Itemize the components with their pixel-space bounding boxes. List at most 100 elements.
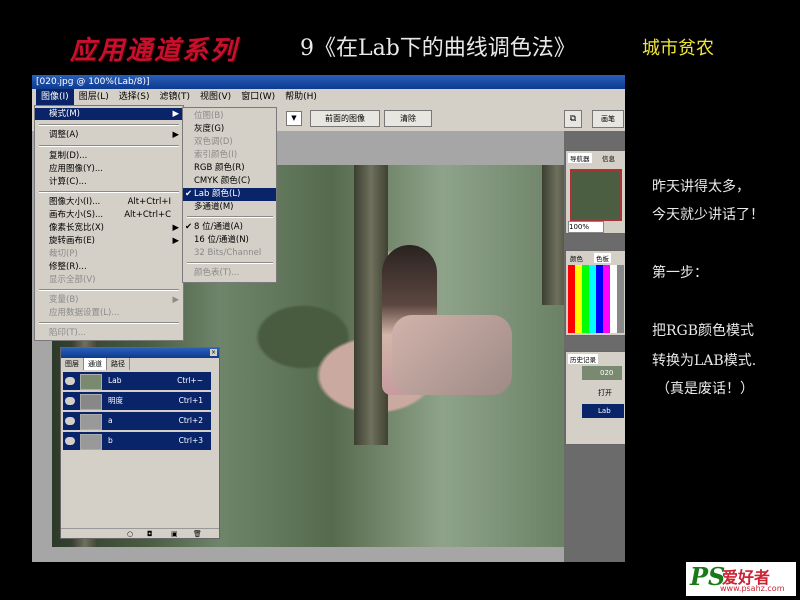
channel-row-lab[interactable]: Lab Ctrl+~ [63, 372, 211, 391]
submenu-item-color-table: 颜色表(T)... [194, 268, 240, 278]
channel-name: 明度 [108, 396, 123, 405]
channel-row-lightness[interactable]: 明度 Ctrl+1 [63, 392, 211, 411]
tab-channels[interactable]: 通道 [84, 358, 107, 370]
note-line-3: 第一步： [652, 265, 708, 281]
submenu-item-multichannel[interactable]: 多通道(M) [183, 201, 276, 214]
menu-select[interactable]: 选择(S) [114, 89, 155, 105]
menu-item-label: 图像大小(I)... [49, 197, 101, 207]
history-snapshot[interactable]: 020 [582, 366, 622, 380]
swatch-grid[interactable] [568, 265, 624, 333]
submenu-item-indexed: 索引颜色(I) [194, 150, 238, 160]
menu-item-duplicate[interactable]: 复制(D)... [35, 150, 183, 162]
mode-submenu: 位图(B) 灰度(G) 双色调(D) 索引颜色(I) RGB 颜色(R) CMY… [182, 107, 277, 283]
menu-image[interactable]: 图像(I) [36, 89, 74, 105]
tab-layers[interactable]: 图层 [61, 358, 84, 370]
menu-item-label: 调整(A) [49, 130, 79, 140]
tab-info[interactable]: 信息 [600, 153, 617, 163]
tab-paths[interactable]: 路径 [107, 358, 130, 370]
menu-item-variables: 变量(B) ▶ [35, 294, 183, 306]
menu-item-apply-image[interactable]: 应用图像(Y)... [35, 163, 183, 175]
tab-color[interactable]: 颜色 [568, 253, 585, 263]
checkmark-icon: ✔ [185, 222, 193, 232]
front-image-button[interactable]: 前面的图像 [310, 110, 380, 127]
menu-divider [187, 262, 273, 264]
history-panel: 历史记录 020 打开 Lab [565, 351, 625, 445]
navigator-panel: 导航器 信息 100% [565, 150, 625, 234]
image-menu-dropdown: 模式(M) ▶ 调整(A) ▶ 复制(D)... 应用图像(Y)... 计算(C).… [34, 105, 184, 341]
panel-titlebar[interactable]: × [61, 348, 219, 358]
load-selection-icon[interactable]: ○ [127, 530, 133, 538]
menu-item-label: 像素长宽比(X) [49, 223, 104, 233]
submenu-item-lab[interactable]: ✔ Lab 颜色(L) [183, 188, 276, 201]
trash-icon[interactable]: 🗑 [193, 530, 202, 538]
submenu-item-cmyk[interactable]: CMYK 颜色(C) [183, 175, 276, 188]
note-line-5: 转换为LAB模式. [652, 353, 757, 369]
tab-swatches[interactable]: 色板 [594, 253, 611, 263]
shortcut-label: Alt+Ctrl+I [127, 197, 171, 207]
note-line-6: （真是废话！） [656, 381, 754, 397]
save-selection-icon[interactable]: ◘ [147, 530, 153, 538]
channel-name: b [108, 436, 113, 445]
submenu-item-32bit: 32 Bits/Channel [194, 248, 262, 258]
channel-thumbnail [80, 374, 102, 390]
menu-divider [187, 216, 273, 218]
eye-icon[interactable] [65, 437, 75, 445]
menu-item-mode[interactable]: 模式(M) ▶ [35, 108, 183, 120]
channel-row-a[interactable]: a Ctrl+2 [63, 412, 211, 431]
note-line-1: 昨天讲得太多， [652, 179, 750, 195]
menu-item-calculations[interactable]: 计算(C)... [35, 176, 183, 188]
submenu-arrow-icon: ▶ [172, 109, 179, 119]
channel-shortcut: Ctrl+~ [177, 376, 203, 385]
submenu-arrow-icon: ▶ [172, 236, 179, 246]
submenu-item-16bit[interactable]: 16 位/通道(N) [183, 234, 276, 247]
menu-view[interactable]: 视图(V) [195, 89, 236, 105]
menu-item-trim[interactable]: 修整(R)... [35, 261, 183, 273]
submenu-item-grayscale[interactable]: 灰度(G) [183, 123, 276, 136]
channel-thumbnail [80, 394, 102, 410]
zoom-field[interactable]: 100% [568, 221, 604, 233]
channel-shortcut: Ctrl+1 [178, 396, 203, 405]
author-name: 城市贫农 [642, 38, 714, 59]
tab-navigator[interactable]: 导航器 [568, 153, 592, 163]
submenu-item-8bit[interactable]: ✔ 8 位/通道(A) [183, 221, 276, 234]
menu-divider [39, 191, 179, 193]
menu-item-reveal-all: 显示全部(V) [49, 275, 96, 285]
close-icon[interactable]: × [210, 349, 217, 356]
submenu-item-rgb[interactable]: RGB 颜色(R) [183, 162, 276, 175]
menu-item-image-size[interactable]: 图像大小(I)... Alt+Ctrl+I [35, 196, 183, 208]
history-step-open[interactable]: 打开 [582, 386, 624, 400]
channel-thumbnail [80, 414, 102, 430]
menu-item-label: 旋转画布(E) [49, 236, 96, 246]
palette-well-icon[interactable]: ⧉ [564, 110, 582, 128]
channel-shortcut: Ctrl+3 [178, 436, 203, 445]
menu-item-trap: 陷印(T)... [49, 328, 86, 338]
menu-item-pixel-aspect[interactable]: 像素长宽比(X) ▶ [35, 222, 183, 234]
menu-item-canvas-size[interactable]: 画布大小(S)... Alt+Ctrl+C [35, 209, 183, 221]
menu-divider [39, 124, 179, 126]
tab-history[interactable]: 历史记录 [568, 354, 598, 364]
menu-item-crop: 裁切(P) [49, 249, 78, 259]
new-channel-icon[interactable]: ▣ [171, 530, 178, 538]
menu-layer[interactable]: 图层(L) [74, 89, 114, 105]
channel-name: Lab [108, 376, 122, 385]
menu-item-adjust[interactable]: 调整(A) ▶ [35, 129, 183, 141]
eye-icon[interactable] [65, 397, 75, 405]
menu-filter[interactable]: 滤镜(T) [154, 89, 195, 105]
panel-footer: ○ ◘ ▣ 🗑 [61, 528, 219, 539]
menu-item-apply-data-set: 应用数据设置(L)... [49, 308, 120, 318]
menu-divider [39, 322, 179, 324]
brushes-tab[interactable]: 画笔 [592, 110, 624, 128]
submenu-arrow-icon: ▶ [172, 223, 179, 233]
history-step-lab[interactable]: Lab [582, 404, 624, 418]
navigator-thumbnail[interactable] [570, 169, 622, 221]
menu-window[interactable]: 窗口(W) [236, 89, 280, 105]
eye-icon[interactable] [65, 417, 75, 425]
dropdown-chevron-icon[interactable]: ▼ [286, 111, 302, 126]
menu-item-rotate-canvas[interactable]: 旋转画布(E) ▶ [35, 235, 183, 247]
menu-help[interactable]: 帮助(H) [280, 89, 322, 105]
channel-row-b[interactable]: b Ctrl+3 [63, 432, 211, 451]
document-titlebar: [020.jpg @ 100%(Lab/8)] [32, 75, 625, 89]
clear-button[interactable]: 清除 [384, 110, 432, 127]
eye-icon[interactable] [65, 377, 75, 385]
channel-thumbnail [80, 434, 102, 450]
